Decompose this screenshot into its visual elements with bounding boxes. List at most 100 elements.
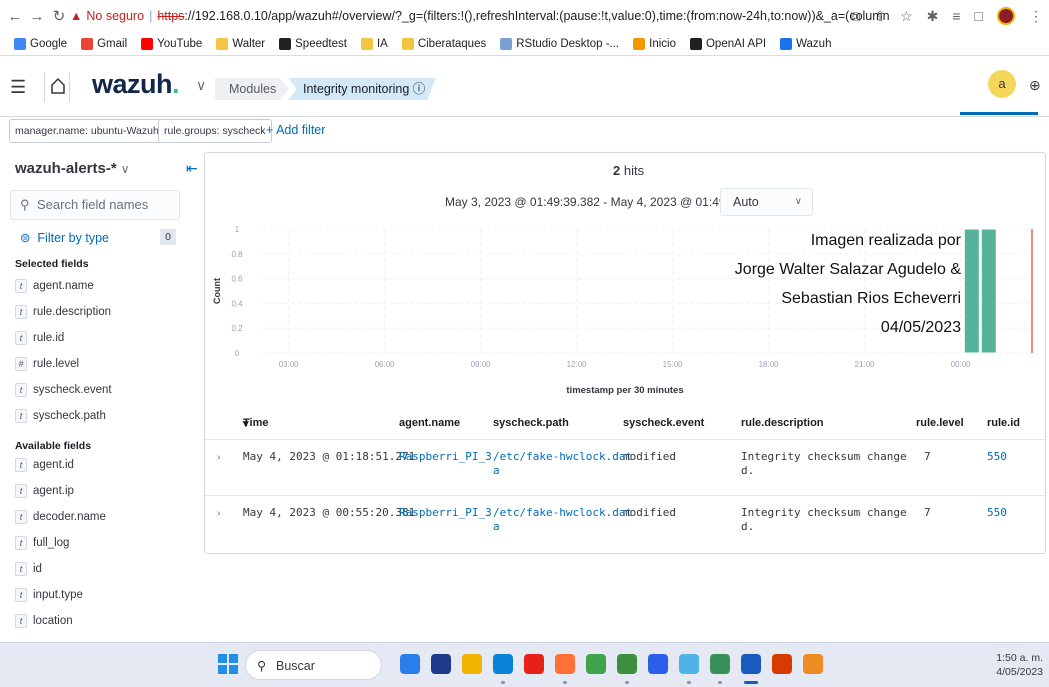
taskbar-app-icon[interactable]	[493, 654, 513, 674]
bookmark-inicio[interactable]: Inicio	[633, 37, 676, 50]
field-item[interactable]: t rule.id	[15, 331, 64, 345]
bookmark-rstudio-desktop[interactable]: RStudio Desktop -...	[500, 37, 619, 50]
collapse-sidebar-icon[interactable]: ⇤	[186, 160, 198, 177]
bookmark-speedtest[interactable]: Speedtest	[279, 37, 347, 50]
taskbar-app-icon[interactable]	[772, 654, 792, 674]
bookmark-google[interactable]: Google	[14, 37, 67, 50]
string-type-icon: t	[15, 510, 27, 524]
security-status[interactable]: No seguro	[86, 9, 144, 23]
warning-icon: ▲	[70, 9, 83, 23]
field-item[interactable]: t syscheck.path	[15, 409, 106, 423]
windows-start-icon[interactable]	[218, 654, 238, 674]
field-item[interactable]: t decoder.name	[15, 510, 106, 524]
profile-avatar[interactable]	[997, 7, 1015, 25]
field-search-input[interactable]: ⚲ Search field names	[10, 190, 180, 220]
filter-pill-rule-groups[interactable]: rule.groups: syscheck	[158, 119, 272, 143]
taskbar-app-icon[interactable]	[431, 654, 451, 674]
taskbar-app-icon[interactable]	[803, 654, 823, 674]
taskbar-app-icon[interactable]	[462, 654, 482, 674]
column-agent-name[interactable]: agent.name	[399, 417, 460, 429]
menu-icon[interactable]: ☰	[10, 77, 26, 98]
column-rule-level[interactable]: rule.level	[916, 417, 964, 429]
breadcrumb-current[interactable]: Integrity monitoring ⓘ	[288, 78, 436, 100]
breadcrumb-modules[interactable]: Modules	[215, 78, 289, 100]
reload-icon[interactable]: ↻	[48, 7, 70, 25]
home-icon[interactable]	[44, 72, 70, 102]
chevron-down-icon[interactable]: ∨	[196, 77, 206, 94]
field-name: agent.id	[33, 459, 74, 471]
cell-agent-name[interactable]: Raspberri_PI_3	[399, 506, 492, 520]
field-item[interactable]: # rule.level	[15, 357, 79, 371]
cell-syscheck-path[interactable]: /etc/fake-hwclock.dat a	[493, 450, 632, 478]
column-syscheck-event[interactable]: syscheck.event	[623, 417, 704, 429]
cell-agent-name[interactable]: Raspberri_PI_3	[399, 450, 492, 464]
taskbar-app-icon[interactable]	[586, 654, 606, 674]
y-tick-label: 1	[235, 225, 240, 234]
field-item[interactable]: t full_log	[15, 536, 69, 550]
filter-by-type-button[interactable]: ⊜ Filter by type	[20, 230, 109, 245]
help-icon[interactable]: ⊕	[1029, 77, 1041, 94]
field-sidebar: wazuh-alerts-* ∨ ⇤ ⚲ Search field names ⊜ …	[0, 152, 205, 642]
bookmark-walter[interactable]: Walter	[216, 37, 265, 50]
field-item[interactable]: t id	[15, 562, 42, 576]
column-rule-id[interactable]: rule.id	[987, 417, 1020, 429]
bookmark-ciberataques[interactable]: Ciberataques	[401, 37, 486, 50]
column-rule-description[interactable]: rule.description	[741, 417, 824, 429]
forward-icon[interactable]: →	[26, 8, 48, 25]
histogram-bar	[980, 228, 997, 354]
field-item[interactable]: t agent.name	[15, 279, 94, 293]
field-item[interactable]: t agent.ip	[15, 484, 74, 498]
bookmark-ia[interactable]: IA	[360, 37, 388, 50]
table-row[interactable]: › May 4, 2023 @ 00:55:20.381 Raspberri_PI_…	[205, 495, 1045, 551]
field-item[interactable]: t location	[15, 614, 73, 628]
taskbar-app-icon[interactable]	[741, 654, 761, 674]
menu-kebab-icon[interactable]: ⋮	[1029, 8, 1043, 25]
taskbar-app-icon[interactable]	[710, 654, 730, 674]
taskbar-app-icon[interactable]	[524, 654, 544, 674]
column-syscheck-path[interactable]: syscheck.path	[493, 417, 569, 429]
x-tick-label: 18:00	[759, 360, 780, 369]
cell-syscheck-path[interactable]: /etc/fake-hwclock.dat a	[493, 506, 632, 534]
bookmark-icon	[279, 37, 292, 50]
running-indicator	[625, 681, 629, 684]
filter-pill-manager[interactable]: manager.name: ubuntu-Wazuh	[9, 119, 165, 143]
address-bar[interactable]: ▲ No seguro | https ://192.168.0.10/app/…	[70, 5, 890, 27]
bookmark-gmail[interactable]: Gmail	[81, 37, 127, 50]
table-row[interactable]: › May 4, 2023 @ 01:18:51.271 Raspberri_PI_…	[205, 439, 1045, 495]
expand-row-icon[interactable]: ›	[217, 452, 220, 463]
bookmark-wazuh[interactable]: Wazuh	[780, 37, 831, 50]
field-name: rule.level	[33, 358, 80, 370]
share-icon[interactable]: ⇪	[874, 8, 886, 25]
interval-select[interactable]: Auto ∨	[720, 188, 813, 216]
system-clock[interactable]: 1:50 a. m. 4/05/2023	[996, 651, 1043, 679]
user-avatar[interactable]: a	[988, 70, 1016, 98]
taskbar-search[interactable]: ⚲ Buscar	[245, 650, 382, 680]
window-icon[interactable]: □	[975, 8, 983, 24]
star-icon[interactable]: ☆	[900, 8, 913, 25]
add-filter-button[interactable]: + Add filter	[266, 123, 325, 137]
taskbar-app-icon[interactable]	[400, 654, 420, 674]
taskbar-app-icon[interactable]	[679, 654, 699, 674]
extensions-icon[interactable]: ✱	[927, 8, 939, 25]
taskbar-app-icon[interactable]	[617, 654, 637, 674]
cell-rule-id[interactable]: 550	[987, 450, 1007, 464]
cell-rule-id[interactable]: 550	[987, 506, 1007, 520]
column-time[interactable]: Time ▾	[243, 417, 268, 430]
reading-list-icon[interactable]: ≡	[952, 8, 960, 24]
expand-row-icon[interactable]: ›	[217, 508, 220, 519]
bookmark-openai-api[interactable]: OpenAI API	[689, 37, 766, 50]
taskbar-app-icon[interactable]	[648, 654, 668, 674]
back-icon[interactable]: ←	[4, 8, 26, 25]
index-pattern-selector[interactable]: wazuh-alerts-* ∨	[15, 160, 130, 177]
string-type-icon: t	[15, 614, 27, 628]
taskbar-app-icon[interactable]	[555, 654, 575, 674]
wazuh-logo[interactable]: wazuh.	[92, 69, 180, 100]
field-item[interactable]: t agent.id	[15, 458, 74, 472]
app-header: ☰ wazuh. ∨ Modules Integrity monitoring …	[0, 57, 1049, 117]
translate-icon[interactable]: ⧉	[850, 8, 860, 25]
hits-count: 2 hits	[613, 163, 645, 178]
field-item[interactable]: t syscheck.event	[15, 383, 112, 397]
field-item[interactable]: t rule.description	[15, 305, 111, 319]
bookmark-youtube[interactable]: YouTube	[141, 37, 202, 50]
field-item[interactable]: t input.type	[15, 588, 83, 602]
